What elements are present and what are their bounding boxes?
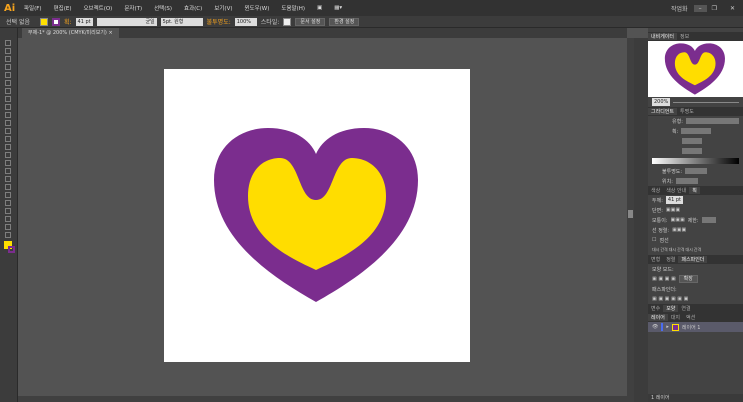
pathfinder-buttons[interactable]: ▣ ▣ ▣ ▣ ▣ ▣	[652, 296, 688, 302]
tab-pathfinder[interactable]: 패스파인더	[678, 256, 708, 263]
panel-icon-column	[634, 38, 648, 402]
visibility-eye-icon[interactable]: 👁	[652, 324, 658, 330]
tab-actions[interactable]: 액션	[683, 314, 698, 321]
gradient-opacity-input[interactable]	[685, 168, 708, 174]
tab-gradient[interactable]: 그라디언트	[648, 108, 678, 115]
dashed-checkbox[interactable]: ☐	[652, 237, 656, 243]
stroke-corner-label: 모퉁이:	[652, 217, 668, 224]
tab-links[interactable]: 연결	[678, 305, 693, 312]
gradient-angle-input[interactable]	[682, 138, 702, 144]
gradient-aspect-input[interactable]	[682, 148, 702, 154]
dash-fields: 대시 간격 대시 간격 대시 간격	[648, 245, 743, 255]
navigator-zoom-input[interactable]: 200%	[652, 98, 671, 106]
stroke-weight-label: 두께:	[652, 197, 663, 204]
gap-3[interactable]: 간격	[694, 247, 701, 253]
stroke-weight-field[interactable]: 41 pt	[665, 196, 683, 204]
dashed-label: 점선	[659, 237, 669, 244]
gradient-stroke-options[interactable]	[681, 128, 712, 134]
gap-2[interactable]: 간격	[677, 247, 684, 253]
dash-3[interactable]: 대시	[686, 247, 693, 253]
gradient-stroke-label: 획:	[672, 128, 679, 135]
gradient-tabs: 그라디언트 투명도	[648, 107, 743, 116]
dash-2[interactable]: 대시	[669, 247, 676, 253]
variables-tabs: 변수 모양 연결	[648, 304, 743, 313]
layers-tabs: 레이어 대지 액션	[648, 313, 743, 322]
gradient-slider[interactable]	[652, 158, 739, 164]
tab-align[interactable]: 정렬	[663, 256, 678, 263]
navigator-tabs: 내비게이터 정보	[648, 32, 743, 41]
shape-mode-buttons[interactable]: ▣ ▣ ▣ ▣	[652, 276, 676, 282]
tab-artboards[interactable]: 대지	[668, 314, 683, 321]
stroke-cap-label: 단면:	[652, 207, 663, 214]
layer-name[interactable]: 레이어 1	[682, 324, 701, 331]
gradient-type-select[interactable]	[685, 118, 739, 124]
tab-transform[interactable]: 변형	[648, 256, 663, 263]
layer-count: 1 레이어	[651, 395, 670, 401]
layer-thumbnail	[671, 323, 679, 331]
tab-info[interactable]: 정보	[677, 33, 692, 40]
layer-color-bar	[661, 323, 664, 331]
tab-stroke[interactable]: 획	[689, 187, 700, 194]
navigator-preview[interactable]	[648, 41, 743, 97]
panel-dock: 내비게이터 정보 200% 그라디언트 투명도 유형: 획: 불투명도: 위치:…	[648, 28, 743, 402]
pathfinder-tabs: 변형 정렬 패스파인더	[648, 255, 743, 264]
gradient-location-input[interactable]	[675, 178, 698, 184]
limit-input[interactable]	[701, 217, 716, 223]
shape-modes-label: 모양 모드:	[652, 266, 674, 273]
corner-buttons[interactable]: ▣▣▣	[671, 217, 685, 223]
tab-navigator[interactable]: 내비게이터	[648, 33, 678, 40]
tab-transparency[interactable]: 투명도	[677, 108, 697, 115]
layer-row[interactable]: 👁 ▸ 레이어 1	[648, 322, 743, 332]
horizontal-scrollbar[interactable]	[18, 396, 627, 402]
zoom-slider[interactable]	[673, 101, 739, 103]
layers-footer: 1 레이어	[648, 394, 743, 402]
gradient-type-label: 유형:	[672, 118, 683, 125]
tab-color[interactable]: 색상	[648, 187, 663, 194]
align-buttons[interactable]: ▣▣▣	[672, 227, 686, 233]
stroke-limit-label: 제한:	[687, 217, 699, 224]
tab-variables[interactable]: 변수	[648, 305, 663, 312]
tab-layers[interactable]: 레이어	[648, 314, 668, 321]
gradient-opacity-label: 불투명도:	[662, 168, 683, 175]
gap-1[interactable]: 간격	[660, 247, 667, 253]
stroke-tabs: 색상 색상 안내 획	[648, 186, 743, 195]
tab-color-guide[interactable]: 색상 안내	[663, 187, 689, 194]
vertical-scrollbar[interactable]	[627, 38, 634, 402]
expand-triangle-icon[interactable]: ▸	[666, 324, 669, 330]
cap-buttons[interactable]: ▣▣▣	[666, 207, 680, 213]
gradient-location-label: 위치:	[662, 178, 673, 185]
pathfinders-label: 패스파인더:	[652, 286, 677, 293]
expand-button[interactable]: 확장	[678, 275, 698, 283]
dash-1[interactable]: 대시	[652, 247, 659, 253]
stroke-align-label: 선 정렬:	[652, 227, 670, 234]
tab-appearance[interactable]: 모양	[663, 305, 679, 312]
